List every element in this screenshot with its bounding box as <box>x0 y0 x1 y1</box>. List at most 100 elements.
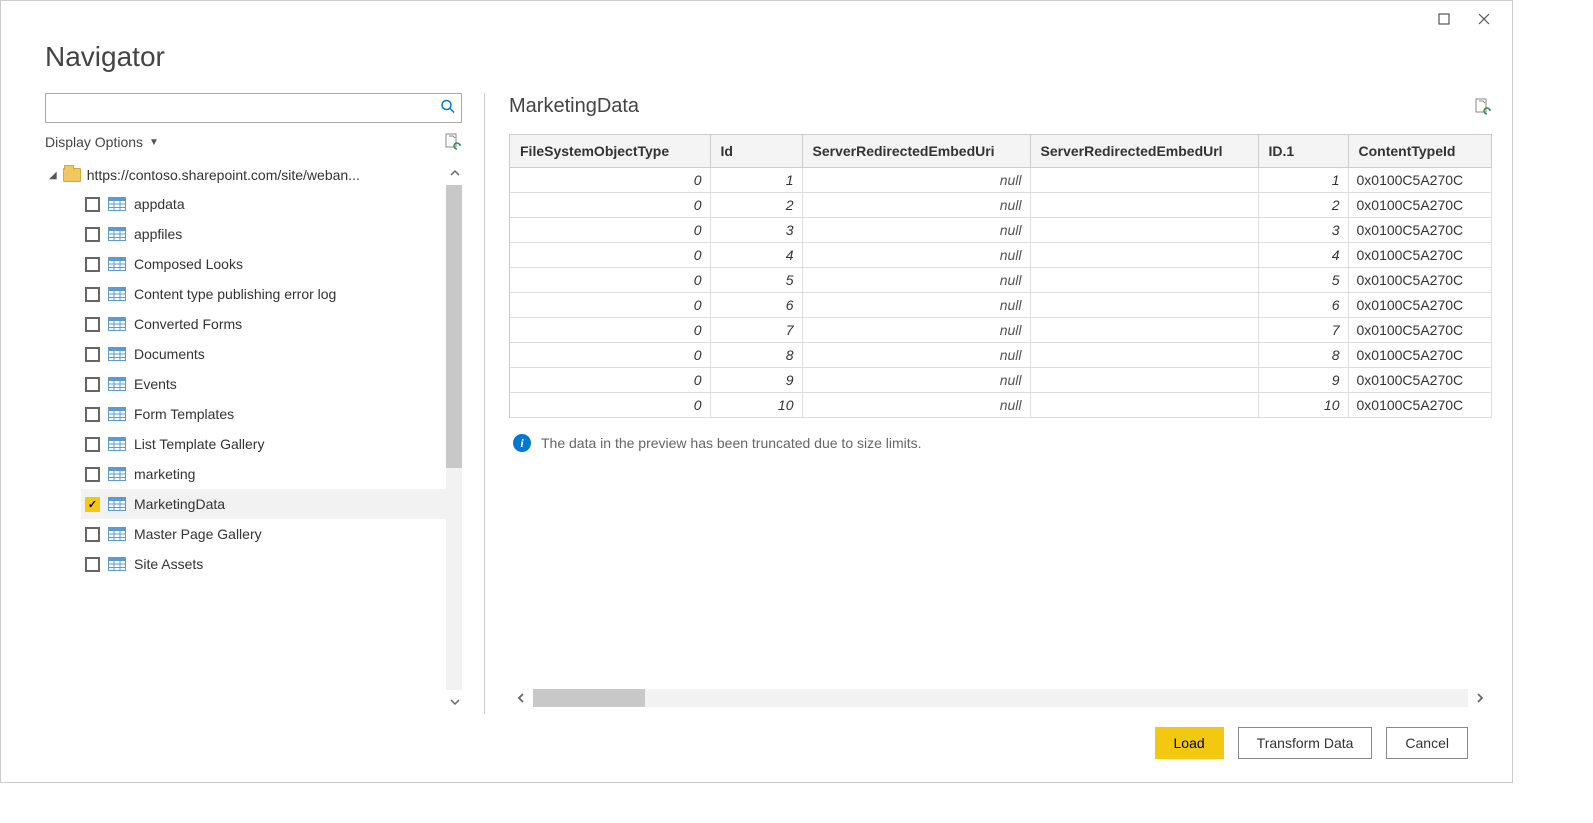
cell: 3 <box>1258 218 1348 243</box>
display-options-label: Display Options <box>45 134 143 150</box>
chevron-down-icon: ▼ <box>149 137 159 148</box>
tree-item[interactable]: Events <box>81 369 462 399</box>
cell: 0x0100C5A270C <box>1348 268 1492 293</box>
tree-item-label: MarketingData <box>134 496 225 512</box>
checkbox[interactable] <box>85 317 100 332</box>
search-input[interactable] <box>45 93 462 123</box>
cell: 5 <box>710 268 802 293</box>
tree-item-label: Form Templates <box>134 406 234 422</box>
cell: 4 <box>1258 243 1348 268</box>
scroll-right-icon[interactable] <box>1468 692 1492 704</box>
cell: 5 <box>1258 268 1348 293</box>
column-header[interactable]: ID.1 <box>1258 135 1348 168</box>
checkbox[interactable] <box>85 527 100 542</box>
tree-root-node[interactable]: ◢ https://contoso.sharepoint.com/site/we… <box>45 161 462 189</box>
tree-item[interactable]: Master Page Gallery <box>81 519 462 549</box>
close-button[interactable] <box>1464 5 1504 33</box>
checkbox[interactable] <box>85 287 100 302</box>
preview-horizontal-scrollbar[interactable] <box>509 688 1492 708</box>
table-row[interactable]: 07null70x0100C5A270C <box>510 318 1492 343</box>
table-row[interactable]: 01null10x0100C5A270C <box>510 168 1492 193</box>
column-header[interactable]: ContentTypeId <box>1348 135 1492 168</box>
cell: null <box>802 243 1030 268</box>
cell: 0 <box>510 168 710 193</box>
refresh-tree-icon[interactable] <box>444 133 462 151</box>
cell: 2 <box>1258 193 1348 218</box>
table-row[interactable]: 09null90x0100C5A270C <box>510 368 1492 393</box>
tree-item-label: appfiles <box>134 226 182 242</box>
table-row[interactable]: 06null60x0100C5A270C <box>510 293 1492 318</box>
cell: 4 <box>710 243 802 268</box>
table-icon <box>108 557 126 571</box>
tree-item[interactable]: appdata <box>81 189 462 219</box>
table-icon <box>108 527 126 541</box>
table-icon <box>108 347 126 361</box>
cancel-button[interactable]: Cancel <box>1386 727 1468 759</box>
tree-item[interactable]: Form Templates <box>81 399 462 429</box>
preview-data-table: FileSystemObjectTypeIdServerRedirectedEm… <box>510 135 1492 418</box>
search-icon[interactable] <box>440 99 456 118</box>
checkbox[interactable] <box>85 347 100 362</box>
cell <box>1030 193 1258 218</box>
cell: null <box>802 293 1030 318</box>
tree-item[interactable]: List Template Gallery <box>81 429 462 459</box>
scroll-up-icon[interactable] <box>446 161 462 185</box>
table-row[interactable]: 04null40x0100C5A270C <box>510 243 1492 268</box>
refresh-preview-icon[interactable] <box>1474 98 1492 116</box>
tree-vertical-scrollbar[interactable] <box>446 161 462 714</box>
table-icon <box>108 287 126 301</box>
column-header[interactable]: ServerRedirectedEmbedUrl <box>1030 135 1258 168</box>
tree-item-label: Master Page Gallery <box>134 526 262 542</box>
tree-item-label: marketing <box>134 466 195 482</box>
h-scroll-thumb[interactable] <box>533 689 645 707</box>
checkbox[interactable] <box>85 407 100 422</box>
maximize-button[interactable] <box>1424 5 1464 33</box>
checkbox[interactable] <box>85 497 100 512</box>
tree-item-label: Site Assets <box>134 556 203 572</box>
tree-item[interactable]: Composed Looks <box>81 249 462 279</box>
table-row[interactable]: 03null30x0100C5A270C <box>510 218 1492 243</box>
column-header[interactable]: Id <box>710 135 802 168</box>
dialog-footer: Load Transform Data Cancel <box>1 714 1512 782</box>
tree-item[interactable]: Content type publishing error log <box>81 279 462 309</box>
checkbox[interactable] <box>85 257 100 272</box>
checkbox[interactable] <box>85 197 100 212</box>
cell: 9 <box>710 368 802 393</box>
display-options-dropdown[interactable]: Display Options ▼ <box>45 134 159 150</box>
checkbox[interactable] <box>85 377 100 392</box>
transform-data-button[interactable]: Transform Data <box>1238 727 1373 759</box>
scroll-down-icon[interactable] <box>446 690 462 714</box>
tree-item[interactable]: MarketingData <box>81 489 462 519</box>
table-row[interactable]: 02null20x0100C5A270C <box>510 193 1492 218</box>
cell: null <box>802 318 1030 343</box>
tree-item[interactable]: Documents <box>81 339 462 369</box>
cell: 3 <box>710 218 802 243</box>
cell: null <box>802 393 1030 418</box>
tree-item-label: List Template Gallery <box>134 436 264 452</box>
tree-item[interactable]: Site Assets <box>81 549 462 579</box>
tree-item[interactable]: Converted Forms <box>81 309 462 339</box>
table-icon <box>108 377 126 391</box>
cell: 2 <box>710 193 802 218</box>
load-button[interactable]: Load <box>1155 727 1224 759</box>
table-row[interactable]: 05null50x0100C5A270C <box>510 268 1492 293</box>
checkbox[interactable] <box>85 437 100 452</box>
cell: 7 <box>1258 318 1348 343</box>
cell: 0 <box>510 218 710 243</box>
tree-item[interactable]: marketing <box>81 459 462 489</box>
table-row[interactable]: 08null80x0100C5A270C <box>510 343 1492 368</box>
column-header[interactable]: FileSystemObjectType <box>510 135 710 168</box>
cell: 8 <box>710 343 802 368</box>
scroll-thumb[interactable] <box>446 185 462 468</box>
tree-item-label: Converted Forms <box>134 316 242 332</box>
checkbox[interactable] <box>85 467 100 482</box>
tree-item[interactable]: appfiles <box>81 219 462 249</box>
checkbox[interactable] <box>85 557 100 572</box>
scroll-left-icon[interactable] <box>509 692 533 704</box>
table-row[interactable]: 010null100x0100C5A270C <box>510 393 1492 418</box>
column-header[interactable]: ServerRedirectedEmbedUri <box>802 135 1030 168</box>
cell: 0 <box>510 318 710 343</box>
preview-pane: MarketingData FileSystemObjectTypeIdServ… <box>485 93 1512 714</box>
checkbox[interactable] <box>85 227 100 242</box>
cell: 0x0100C5A270C <box>1348 168 1492 193</box>
